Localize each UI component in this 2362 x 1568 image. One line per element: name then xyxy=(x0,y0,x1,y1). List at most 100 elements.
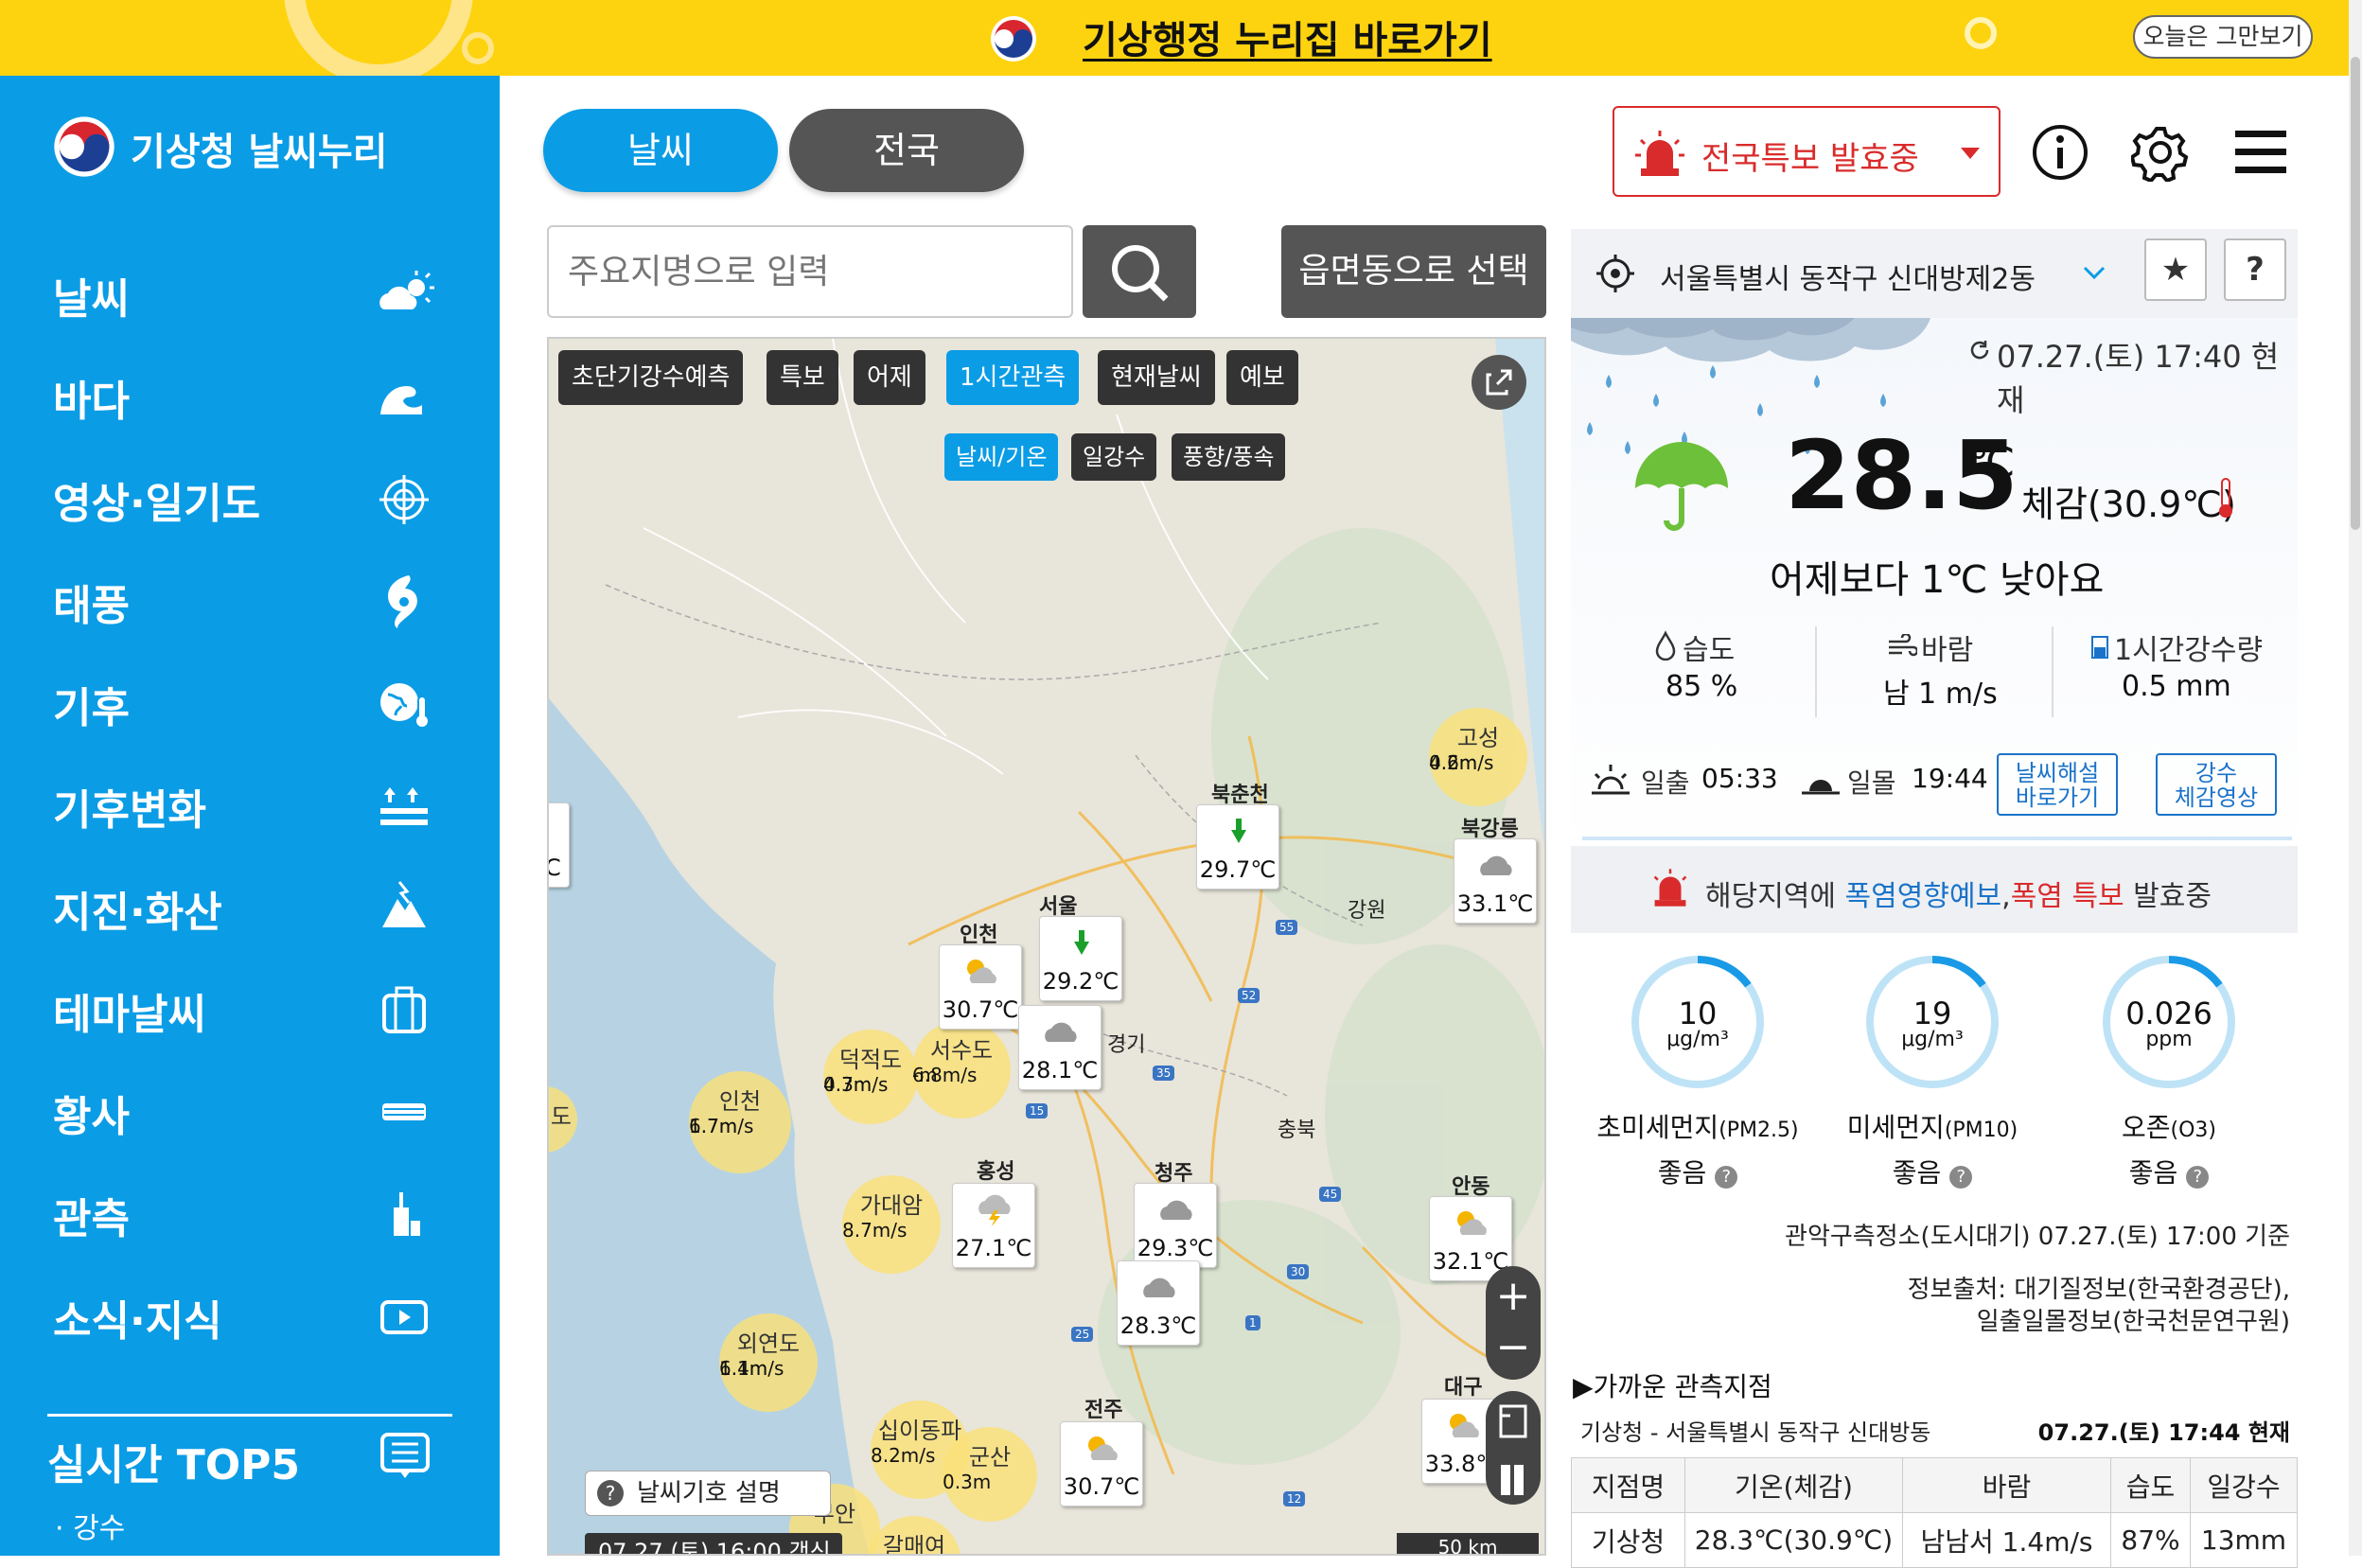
station-card[interactable]: 29.7℃ xyxy=(1196,804,1279,890)
station-card[interactable]: 27.1℃ xyxy=(952,1183,1035,1268)
siren-icon xyxy=(1653,869,1687,907)
partly-cloudy-icon xyxy=(967,960,996,983)
sea-buoy[interactable]: 덕적도 4.3m/s 0.7m xyxy=(823,1030,918,1124)
sidebar-item-imagery[interactable]: 영상·일기도 xyxy=(53,460,450,536)
rain-video-button[interactable]: 강수 체감영상 xyxy=(2156,753,2277,816)
list-icon[interactable] xyxy=(379,1429,432,1482)
question-icon: ? xyxy=(597,1480,624,1506)
map-tab-nowcast[interactable]: 초단기강수예측 xyxy=(558,350,744,405)
partly-cloudy-icon xyxy=(1457,1211,1487,1235)
favorite-button[interactable]: ★ xyxy=(2144,238,2207,301)
location-bar[interactable]: 서울특별시 동작구 신대방제2동 ★ ? xyxy=(1571,229,2298,318)
table-cell: 87% xyxy=(2110,1512,2191,1568)
sidebar-item-label: 테마날씨 xyxy=(53,991,206,1039)
temp-compare: 어제보다 1℃ 낮아요 xyxy=(1770,558,2105,602)
sea-buoy[interactable]: 고성 4.2m/s 0.6m xyxy=(1429,708,1527,806)
help-button[interactable]: ? xyxy=(2224,238,2286,301)
dismiss-today-button[interactable]: 오늘은 그만보기 xyxy=(2133,15,2313,59)
nationwide-warning-dropdown[interactable]: 전국특보 발효중 xyxy=(1613,106,2001,197)
sunrise-icon xyxy=(1592,765,1630,795)
pm25-name: 초미세먼지(PM2.5) xyxy=(1596,1112,1799,1143)
sidebar-item-sea[interactable]: 바다 xyxy=(53,358,450,433)
info-source: 정보출처: 대기질정보(한국환경공단), xyxy=(1907,1276,2290,1304)
station-card[interactable]: 30.7℃ xyxy=(939,944,1022,1030)
legend-button[interactable]: ? 날씨기호 설명 xyxy=(585,1471,831,1516)
rain-shower-icon xyxy=(1074,930,1089,955)
banner-link[interactable]: 기상행정 누리집 바로가기 xyxy=(1083,9,1492,64)
help-icon[interactable]: ? xyxy=(2186,1166,2210,1189)
gps-icon[interactable] xyxy=(1595,254,1635,293)
top5-title: 실시간 TOP5 xyxy=(47,1441,301,1489)
top5-item[interactable]: · 강수 xyxy=(55,1505,125,1546)
zoom-out-button[interactable]: − xyxy=(1486,1325,1541,1374)
search-button[interactable] xyxy=(1083,225,1196,318)
station-card[interactable]: 30.7℃ xyxy=(1060,1421,1143,1506)
map-tab-current[interactable]: 현재날씨 xyxy=(1098,350,1215,405)
page-scrollbar[interactable] xyxy=(2349,0,2362,1556)
rain-shower-icon xyxy=(1231,819,1246,843)
search-input[interactable] xyxy=(547,225,1073,318)
sea-buoy[interactable]: 서수도 6.8m/s -m xyxy=(912,1020,1011,1119)
map-subtab-wind[interactable]: 풍향/풍속 xyxy=(1172,433,1286,481)
external-link-icon[interactable] xyxy=(1471,354,1527,411)
sidebar-item-typhoon[interactable]: 태풍 xyxy=(53,562,450,638)
cloudy-icon xyxy=(1160,1200,1192,1220)
chevron-down-icon[interactable] xyxy=(2082,265,2106,282)
section-divider xyxy=(1582,837,2292,840)
ruler-icon[interactable] xyxy=(1486,1391,1541,1448)
map-subtab-weather-temp[interactable]: 날씨/기온 xyxy=(944,433,1059,481)
forecast-commentary-button[interactable]: 날씨해설 바로가기 xyxy=(1997,753,2118,816)
station-card[interactable]: ℃ xyxy=(549,802,570,888)
sidebar-item-observation[interactable]: 관측 xyxy=(53,1175,450,1251)
help-icon[interactable]: ? xyxy=(1715,1166,1738,1189)
rain-value: 0.5 mm xyxy=(2122,670,2231,703)
brand-title[interactable]: 기상청 날씨누리 xyxy=(131,121,388,176)
info-icon[interactable] xyxy=(2031,123,2089,182)
station-card[interactable]: 33.1℃ xyxy=(1454,838,1537,924)
road-marker: 30 xyxy=(1287,1264,1310,1279)
map-tab-yesterday[interactable]: 어제 xyxy=(854,350,925,405)
sidebar-item-climate-change[interactable]: 기후변화 xyxy=(53,766,450,842)
zoom-in-button[interactable]: + xyxy=(1486,1272,1541,1321)
layers-icon[interactable] xyxy=(1486,1452,1541,1508)
sidebar-item-news[interactable]: 소식·지식 xyxy=(53,1277,450,1353)
station-card[interactable]: 29.2℃ xyxy=(1039,916,1122,1001)
map-subtab-daily-rain[interactable]: 일강수 xyxy=(1071,433,1157,481)
sea-buoy[interactable]: 외연도 6.1m/s 1.4m xyxy=(719,1313,818,1412)
station-card[interactable]: 29.3℃ xyxy=(1134,1183,1217,1268)
sidebar-item-yellow-dust[interactable]: 황사 xyxy=(53,1073,450,1149)
kma-logo-icon[interactable] xyxy=(53,115,115,178)
cloudy-icon xyxy=(1480,855,1512,875)
select-district-button[interactable]: 읍면동으로 선택 xyxy=(1281,225,1546,318)
station-card[interactable]: 28.1℃ xyxy=(1018,1005,1102,1090)
map-tab-forecast[interactable]: 예보 xyxy=(1226,350,1298,405)
refresh-icon[interactable] xyxy=(1573,339,1594,360)
sunset-icon xyxy=(1802,780,1840,795)
weather-map[interactable]: 초단기강수예측 특보 어제 1시간관측 현재날씨 예보 날씨/기온 일강수 풍향… xyxy=(547,337,1546,1556)
sea-buoy[interactable]: 인천 6.7m/s 1.7m xyxy=(689,1071,791,1173)
suitcase-icon xyxy=(382,986,426,1033)
sidebar-item-climate[interactable]: 기후 xyxy=(53,664,450,740)
pm10-gauge-arc xyxy=(1931,956,1986,988)
scrollbar-thumb[interactable] xyxy=(2351,57,2360,530)
sidebar-item-weather[interactable]: 날씨 xyxy=(53,255,450,331)
sea-buoy[interactable]: 가대암 8.7m/s xyxy=(842,1175,941,1274)
road-marker: 45 xyxy=(1319,1187,1342,1202)
tab-weather[interactable]: 날씨 xyxy=(543,109,778,192)
tab-nation[interactable]: 전국 xyxy=(789,109,1024,192)
map-tab-warning[interactable]: 특보 xyxy=(767,350,838,405)
help-icon[interactable]: ? xyxy=(1949,1166,1973,1189)
top-banner: 기상행정 누리집 바로가기 오늘은 그만보기 xyxy=(0,0,2362,76)
local-warning-banner[interactable]: 해당지역에 폭염영향예보,폭염 특보 발효중 xyxy=(1571,846,2298,933)
gear-icon[interactable] xyxy=(2131,123,2190,182)
refresh-icon[interactable] xyxy=(1968,339,1991,361)
table-cell: 13mm xyxy=(2190,1512,2298,1568)
ozone-grade: 좋음 ? xyxy=(2055,1153,2283,1190)
pm10-name: 미세먼지(PM10) xyxy=(1846,1112,2018,1143)
sea-buoy[interactable]: 군산 0.3m xyxy=(943,1427,1037,1522)
sidebar-item-theme[interactable]: 테마날씨 xyxy=(53,971,450,1047)
station-card[interactable]: 28.3℃ xyxy=(1117,1260,1200,1346)
sidebar-item-earthquake[interactable]: 지진·화산 xyxy=(53,869,450,944)
menu-icon[interactable] xyxy=(2231,123,2290,182)
map-tab-hourly-obs[interactable]: 1시간관측 xyxy=(946,350,1080,405)
